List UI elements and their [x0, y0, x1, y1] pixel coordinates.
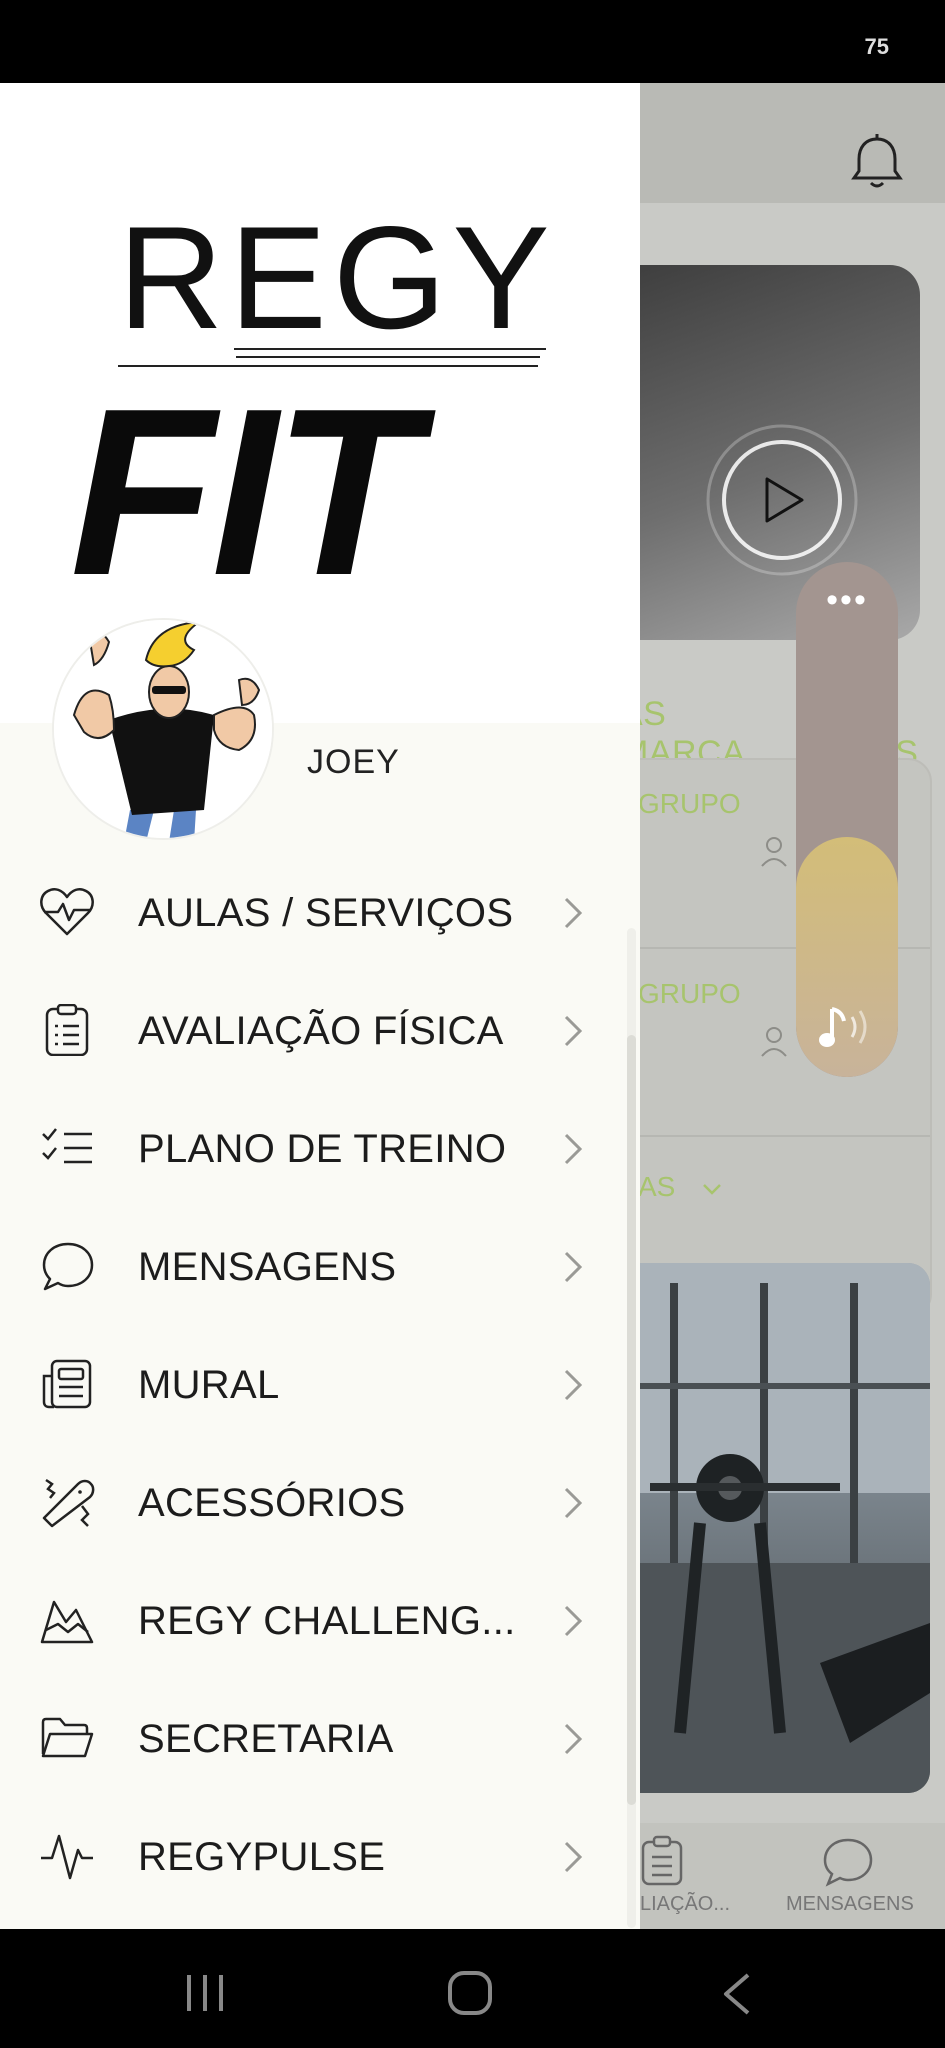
pulse-line-icon [41, 1834, 93, 1880]
chevron-right-icon [564, 1133, 583, 1165]
more-options-icon[interactable]: ••• [796, 583, 898, 617]
logo-fit-text: FIT [70, 360, 419, 625]
chat-bubble-icon[interactable] [822, 1837, 874, 1887]
menu-item-plano-de-treino[interactable]: PLANO DE TREINO [0, 1089, 620, 1207]
back-icon[interactable] [718, 1971, 754, 2017]
clipboard-icon[interactable] [640, 1835, 684, 1887]
person-icon [761, 837, 787, 867]
band-aid-icon [42, 1478, 95, 1528]
menu-item-mural[interactable]: MURAL [0, 1325, 620, 1443]
gym-photo[interactable] [610, 1263, 930, 1793]
cartoon-avatar-image [54, 620, 272, 838]
menu-item-label: REGY CHALLENG... [138, 1599, 516, 1643]
recent-apps-icon[interactable] [183, 1971, 227, 2015]
menu-item-label: REGYPULSE [138, 1835, 386, 1879]
chevron-right-icon [564, 1841, 583, 1873]
system-navigation-bar [0, 1929, 945, 2048]
gym-illustration [610, 1263, 930, 1793]
menu-item-secretaria[interactable]: SECRETARIA [0, 1679, 620, 1797]
bottom-nav-label[interactable]: MENSAGENS [786, 1893, 914, 1916]
user-name: JOEY [307, 743, 400, 781]
menu-item-avaliacao-fisica[interactable]: AVALIAÇÃO FÍSICA [0, 971, 620, 1089]
menu-item-label: MENSAGENS [138, 1245, 397, 1289]
heart-pulse-icon [40, 888, 94, 936]
avatar[interactable] [52, 618, 274, 840]
status-bar: 75 [0, 0, 945, 83]
home-icon[interactable] [446, 1969, 494, 2017]
folder-icon [41, 1717, 94, 1758]
chevron-right-icon [564, 1251, 583, 1283]
menu-item-label: MURAL [138, 1363, 280, 1407]
chevron-right-icon [564, 1605, 583, 1637]
newspaper-icon [42, 1359, 92, 1409]
battery-level: 75 [864, 34, 889, 59]
menu-item-label: AULAS / SERVIÇOS [138, 891, 514, 935]
menu-item-label: PLANO DE TREINO [138, 1127, 507, 1171]
chevron-right-icon [564, 1723, 583, 1755]
bottom-nav-label[interactable]: LIAÇÃO... [640, 1893, 730, 1916]
chevron-right-icon [564, 1487, 583, 1519]
menu-item-aulas-servicos[interactable]: AULAS / SERVIÇOS [0, 853, 620, 971]
clipboard-icon [45, 1004, 89, 1056]
group-label: GRUPO [638, 788, 741, 819]
mountain-chart-icon [40, 1600, 94, 1644]
music-widget[interactable]: ••• [796, 562, 898, 1077]
chevron-down-icon [703, 1184, 722, 1195]
menu-item-label: ACESSÓRIOS [138, 1481, 406, 1525]
side-drawer[interactable]: REGY FIT JOEY AULAS / SERVIÇOS AVALIAÇÃO… [0, 83, 640, 1929]
chevron-right-icon [564, 1015, 583, 1047]
chevron-right-icon [564, 1369, 583, 1401]
chevron-right-icon [564, 897, 583, 929]
checklist-icon [42, 1128, 92, 1164]
logo-regy-text: REGY [118, 196, 556, 359]
menu-item-label: AVALIAÇÃO FÍSICA [138, 1009, 504, 1053]
scrollbar-thumb[interactable] [627, 1035, 636, 1805]
menu-item-label: SECRETARIA [138, 1717, 394, 1761]
music-note-icon[interactable] [818, 1003, 878, 1051]
bell-icon[interactable] [850, 133, 904, 193]
menu-item-regy-challenge[interactable]: REGY CHALLENG... [0, 1561, 620, 1679]
drawer-header: REGY FIT [0, 83, 640, 723]
group-label: GRUPO [638, 978, 741, 1009]
menu-item-mensagens[interactable]: MENSAGENS [0, 1207, 620, 1325]
play-icon[interactable] [705, 423, 860, 578]
menu-item-acessorios[interactable]: ACESSÓRIOS [0, 1443, 620, 1561]
menu-item-regypulse[interactable]: REGYPULSE [0, 1797, 620, 1915]
see-more-link[interactable]: AS [638, 1171, 723, 1203]
divider [602, 1135, 930, 1137]
person-icon [761, 1027, 787, 1057]
chat-bubble-icon [42, 1242, 94, 1291]
